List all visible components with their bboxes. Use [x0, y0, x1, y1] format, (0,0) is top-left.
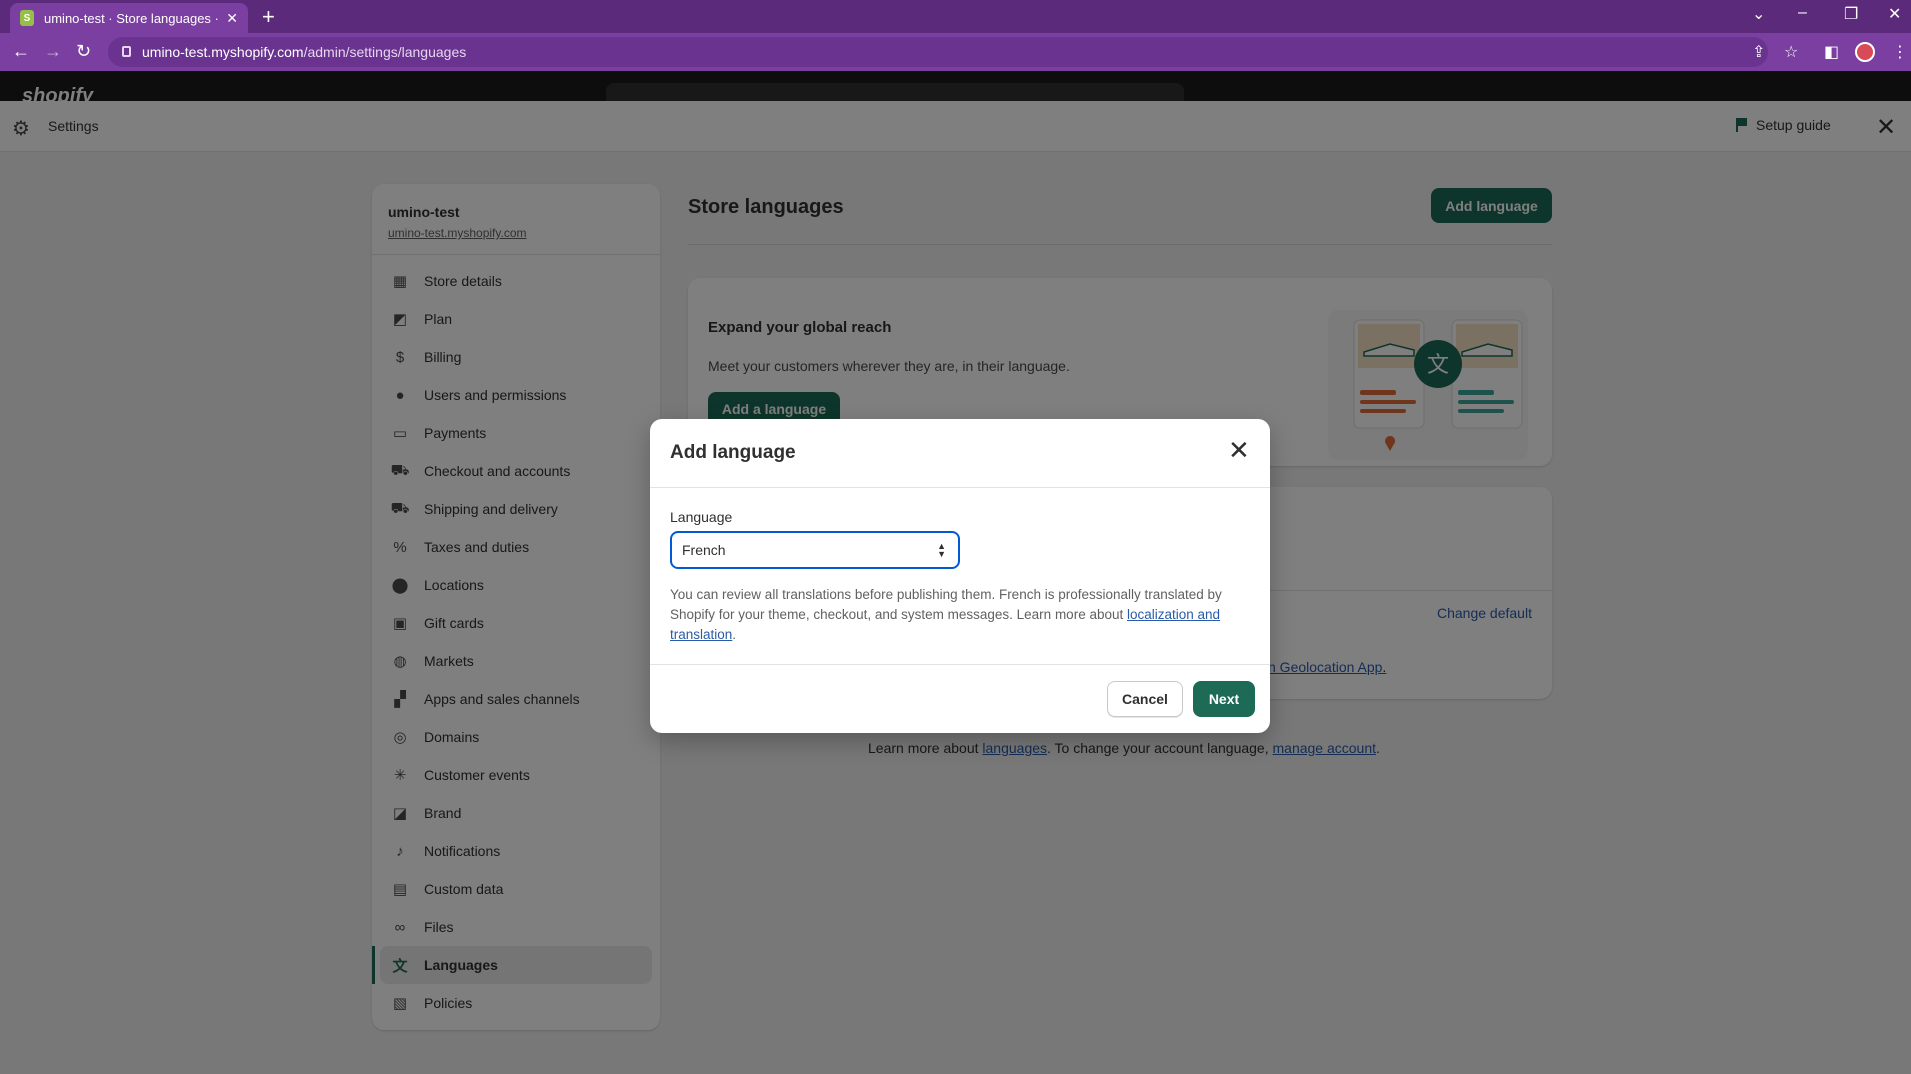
help-text: You can review all translations before p… — [670, 587, 1222, 642]
next-button[interactable]: Next — [1193, 681, 1255, 717]
language-field-label: Language — [670, 509, 733, 525]
minimize-icon[interactable]: – — [1798, 4, 1807, 22]
bookmark-star-icon[interactable]: ☆ — [1784, 42, 1798, 62]
divider — [650, 664, 1270, 665]
add-language-modal: Add language ✕ Language French ▲ ▼ You ca… — [650, 419, 1270, 733]
close-icon[interactable]: ✕ — [1228, 437, 1250, 463]
lock-icon — [122, 46, 131, 57]
tab-close-icon[interactable]: ✕ — [226, 10, 238, 27]
forward-icon[interactable]: → — [44, 41, 62, 62]
restore-icon[interactable]: ❐ — [1844, 4, 1858, 24]
url-host: umino-test.myshopify.com — [142, 44, 304, 60]
menu-dots-icon[interactable]: ⋮ — [1892, 42, 1908, 62]
share-icon[interactable]: ⇪ — [1752, 42, 1765, 62]
window-close-icon[interactable]: ✕ — [1888, 4, 1901, 24]
profile-avatar[interactable] — [1855, 42, 1875, 62]
url-field[interactable]: umino-test.myshopify.com/admin/settings/… — [108, 37, 1768, 67]
modal-title: Add language — [670, 442, 796, 463]
select-arrows-icon: ▲ ▼ — [937, 541, 946, 559]
back-icon[interactable]: ← — [12, 41, 30, 62]
url-path: /admin/settings/languages — [303, 44, 467, 60]
browser-tab[interactable]: S umino-test · Store languages · Sh ✕ — [10, 3, 248, 33]
side-panel-icon[interactable]: ◧ — [1824, 42, 1839, 62]
address-bar: ← → ↻ umino-test.myshopify.com/admin/set… — [0, 33, 1911, 71]
new-tab-icon[interactable]: + — [262, 4, 275, 30]
language-select[interactable]: French ▲ ▼ — [670, 531, 960, 569]
cancel-button[interactable]: Cancel — [1107, 681, 1183, 717]
tab-title: umino-test · Store languages · Sh — [44, 10, 221, 26]
language-select-value: French — [682, 542, 726, 558]
browser-tab-bar: S umino-test · Store languages · Sh ✕ + … — [0, 0, 1911, 33]
reload-icon[interactable]: ↻ — [76, 41, 91, 62]
tab-search-icon[interactable]: ⌄ — [1752, 4, 1765, 24]
divider — [650, 487, 1270, 488]
shopify-favicon-icon: S — [20, 10, 34, 26]
